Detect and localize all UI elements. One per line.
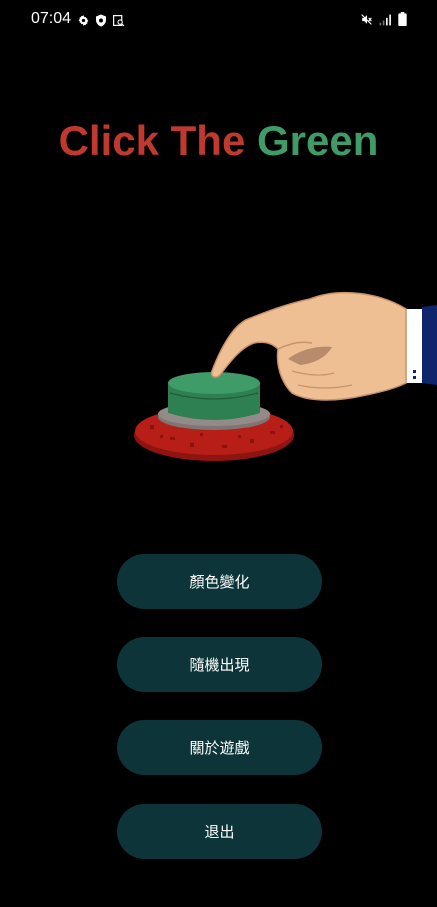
battery-icon (398, 11, 407, 30)
exit-button[interactable]: 退出 (117, 804, 322, 859)
shield-icon (95, 12, 107, 31)
status-left-icons (77, 12, 125, 31)
title-part-green: Green (257, 117, 379, 164)
main-menu: 顏色變化 隨機出現 關於遊戲 退出 (117, 554, 322, 859)
screenshot-icon (112, 12, 125, 31)
about-game-button[interactable]: 關於遊戲 (117, 720, 322, 775)
color-change-button[interactable]: 顏色變化 (117, 554, 322, 609)
status-time: 07:04 (31, 10, 72, 27)
mute-icon (360, 11, 373, 30)
app-title: Click The Green (0, 117, 437, 165)
illustration-svg (134, 291, 437, 461)
status-bar: 07:04 (0, 0, 437, 40)
sleeve (422, 305, 437, 385)
title-part-click-the: Click The (58, 117, 246, 164)
signal-icon (379, 11, 392, 30)
hand-pressing-button-illustration (130, 285, 437, 465)
status-right-icons (360, 11, 407, 30)
random-appear-button[interactable]: 隨機出現 (117, 637, 322, 692)
gear-icon (77, 12, 90, 31)
